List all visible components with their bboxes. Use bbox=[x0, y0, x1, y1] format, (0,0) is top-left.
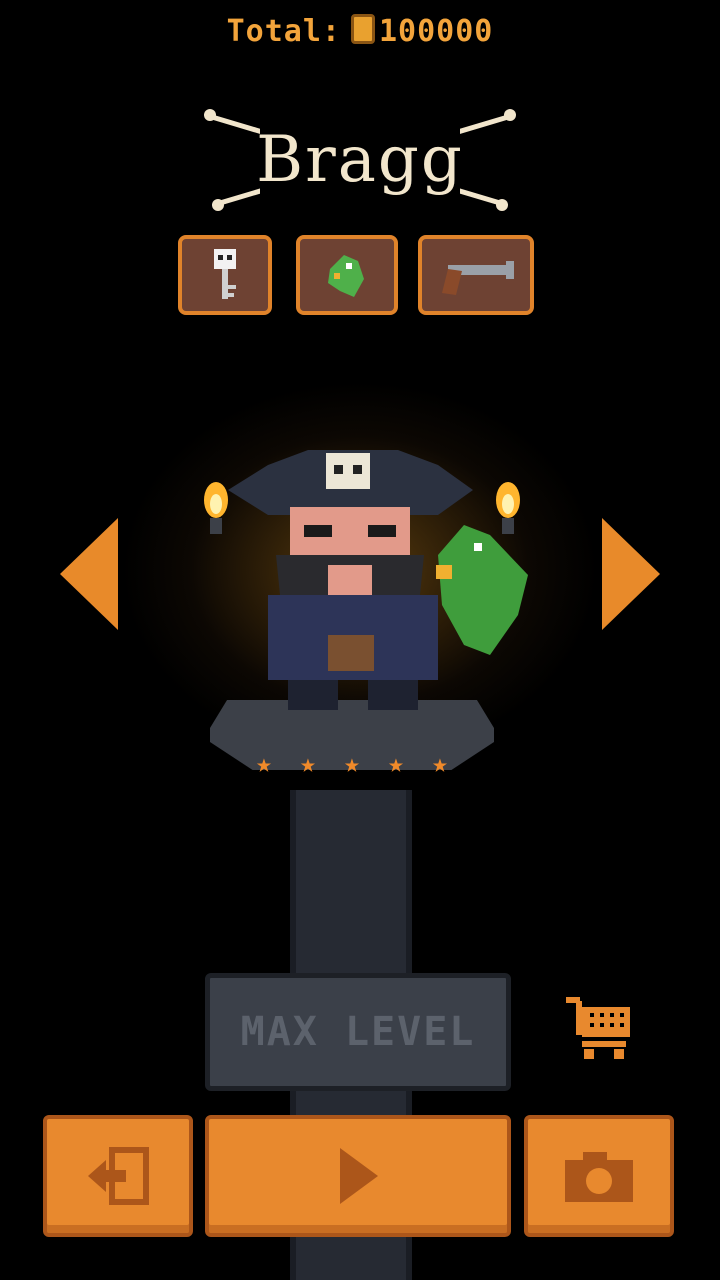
exit-button[interactable] bbox=[43, 1115, 193, 1237]
pistol-icon bbox=[442, 261, 514, 295]
camera-icon bbox=[565, 1152, 633, 1202]
star-icon: ★ bbox=[344, 749, 360, 779]
star-icon: ★ bbox=[432, 749, 448, 779]
parrot-icon bbox=[328, 255, 364, 297]
star-icon: ★ bbox=[388, 749, 404, 779]
item-slot-pistol[interactable] bbox=[418, 235, 534, 315]
max-level-button[interactable]: MAX LEVEL bbox=[205, 973, 511, 1091]
total-value: 100000 bbox=[379, 14, 494, 49]
character-name: Bragg bbox=[256, 123, 464, 197]
play-button[interactable] bbox=[205, 1115, 511, 1237]
skull-key-icon bbox=[214, 249, 236, 299]
item-slot-key[interactable] bbox=[178, 235, 272, 315]
star-icon: ★ bbox=[300, 749, 316, 779]
coin-icon bbox=[351, 14, 375, 44]
star-rating: ★ ★ ★ ★ ★ bbox=[252, 749, 452, 780]
total-label: Total: bbox=[226, 14, 341, 49]
play-icon bbox=[340, 1148, 378, 1204]
cart-icon[interactable] bbox=[566, 993, 632, 1061]
camera-button[interactable] bbox=[524, 1115, 674, 1237]
star-icon: ★ bbox=[256, 749, 272, 779]
character-select-screen: { "header": { "total_label": "Total:", "… bbox=[0, 0, 720, 1280]
prev-character-button[interactable] bbox=[60, 518, 118, 630]
character-title: Bragg bbox=[200, 105, 520, 215]
pirate-character bbox=[228, 450, 528, 710]
total-coins: Total: 100000 bbox=[0, 14, 720, 49]
exit-icon bbox=[88, 1147, 149, 1205]
item-slot-parrot[interactable] bbox=[296, 235, 398, 315]
next-character-button[interactable] bbox=[602, 518, 660, 630]
